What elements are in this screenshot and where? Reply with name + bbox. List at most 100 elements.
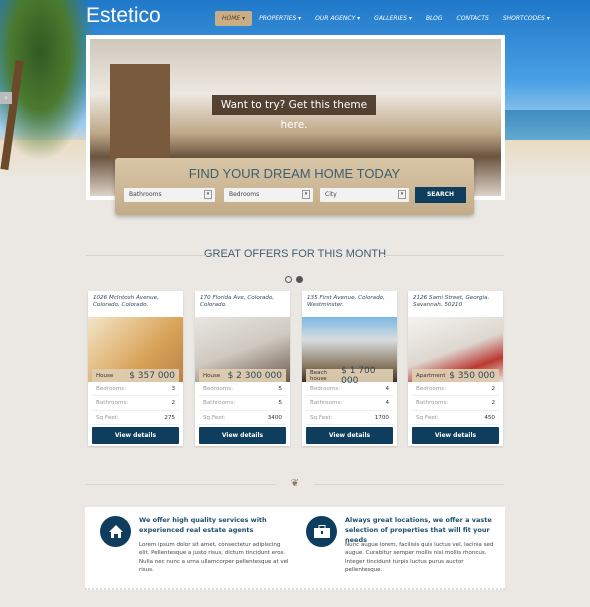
sqft-row: Sq Feet: 3400: [199, 411, 286, 425]
nav-blog[interactable]: BLOG: [419, 11, 450, 26]
chevron-down-icon: ▾: [204, 190, 212, 199]
bedrooms-row: Bedrooms: 3: [92, 382, 179, 397]
property-card: 170 Florida Ave, Colorado, Colorado. Hou…: [195, 291, 290, 446]
property-image[interactable]: Apartment $ 350 000: [408, 317, 503, 382]
row-label: Bedrooms:: [203, 386, 234, 392]
sqft-row: Sq Feet: 275: [92, 411, 179, 425]
row-value: 2: [491, 386, 495, 392]
bathrooms-row: Bathrooms: 2: [92, 396, 179, 411]
main-nav: HOME ▾ PROPERTIES ▾ OUR AGENCY ▾ GALLERI…: [215, 11, 557, 26]
view-details-button[interactable]: View details: [199, 426, 286, 444]
nav-galleries[interactable]: GALLERIES ▾: [367, 11, 419, 26]
nav-properties[interactable]: PROPERTIES ▾: [252, 11, 308, 26]
property-price: $ 2 300 000: [227, 370, 282, 381]
bathrooms-row: Bathrooms: 5: [199, 396, 286, 411]
property-address[interactable]: 2126 Sami Street, Georgia, Savannah, 502…: [408, 291, 503, 317]
feature-text: Lorem ipsum dolor sit amet, consectetur …: [139, 542, 289, 573]
price-label: Beach house $ 1 700 000: [306, 366, 393, 386]
sqft-row: Sq Feet: 450: [412, 411, 499, 425]
row-label: Bathrooms:: [203, 400, 236, 407]
property-address[interactable]: 1026 McIntosh Avenue, Colorado, Colorado…: [88, 291, 183, 317]
bedrooms-row: Bedrooms: 5: [199, 382, 286, 397]
property-image[interactable]: Beach house $ 1 700 000: [302, 317, 397, 386]
feature-text: Nunc augue lorem, facilisis quis luctus …: [345, 542, 494, 573]
sqft-row: Sq Feet: 1700: [306, 411, 393, 425]
property-image[interactable]: House $ 357 000: [88, 317, 183, 382]
property-type: House: [203, 372, 221, 379]
nav-home[interactable]: HOME ▾: [215, 11, 253, 26]
view-details-button[interactable]: View details: [306, 426, 393, 444]
features-box: We offer high quality services with expe…: [85, 507, 505, 590]
select-value: Bedrooms: [229, 191, 260, 198]
property-price: $ 357 000: [129, 370, 175, 381]
row-label: Bathrooms:: [416, 400, 449, 407]
row-label: Sq Feet:: [96, 414, 119, 421]
page-dot-2[interactable]: [296, 276, 303, 283]
property-price: $ 350 000: [449, 370, 495, 381]
select-value: Bathrooms: [129, 191, 162, 198]
hero-wall: [110, 64, 170, 159]
price-label: House $ 357 000: [92, 369, 179, 382]
offers-title: GREAT OFFERS FOR THIS MONTH: [0, 248, 590, 260]
nav-contacts[interactable]: CONTACTS: [450, 11, 496, 26]
select-value: City: [325, 191, 337, 198]
row-label: Bedrooms:: [416, 386, 447, 392]
property-address[interactable]: 135 First Avenue, Colorado, Westminster.: [302, 291, 397, 317]
row-label: Sq Feet:: [203, 414, 226, 421]
carousel-pagination: [285, 276, 303, 283]
nav-label: GALLERIES: [374, 15, 407, 22]
search-button[interactable]: SEARCH: [415, 187, 466, 203]
city-select[interactable]: City ▾: [320, 188, 409, 202]
row-value: 3400: [267, 414, 282, 421]
property-type: Apartment: [416, 372, 446, 379]
price-label: House $ 2 300 000: [199, 369, 286, 382]
property-price: $ 1 700 000: [341, 365, 376, 386]
view-details-button[interactable]: View details: [412, 426, 499, 444]
row-label: Bathrooms:: [310, 400, 343, 407]
bedrooms-select[interactable]: Bedrooms ▾: [224, 188, 313, 202]
briefcase-icon: [306, 516, 337, 547]
row-value: 2: [171, 400, 175, 407]
property-card: 135 First Avenue, Colorado, Westminster.…: [302, 291, 397, 446]
row-value: 4: [385, 400, 389, 407]
property-type: Beach house: [310, 369, 328, 382]
bedrooms-row: Bedrooms: 2: [412, 382, 499, 397]
feature-title: We offer high quality services with expe…: [139, 516, 267, 534]
property-card: 2126 Sami Street, Georgia, Savannah, 502…: [408, 291, 503, 446]
row-value: 450: [484, 414, 495, 421]
row-label: Sq Feet:: [416, 414, 439, 421]
page-dot-1[interactable]: [285, 276, 292, 283]
row-label: Bedrooms:: [310, 386, 341, 392]
house-icon: [100, 516, 131, 547]
row-value: 5: [278, 400, 282, 407]
nav-label: OUR AGENCY: [315, 15, 356, 22]
bathrooms-row: Bathrooms: 4: [306, 396, 393, 411]
property-image[interactable]: House $ 2 300 000: [195, 317, 290, 382]
row-value: 275: [164, 414, 175, 421]
nav-label: PROPERTIES: [259, 15, 297, 22]
logo[interactable]: Estetico: [86, 4, 161, 28]
row-label: Bathrooms:: [96, 400, 129, 407]
nav-label: SHORTCODES: [502, 15, 545, 22]
nav-our-agency[interactable]: OUR AGENCY ▾: [308, 11, 367, 26]
property-type: House: [96, 372, 114, 379]
view-details-button[interactable]: View details: [92, 426, 179, 444]
bathrooms-row: Bathrooms: 2: [412, 396, 499, 411]
row-value: 1700: [374, 414, 389, 421]
search-panel: FIND YOUR DREAM HOME TODAY Bathrooms ▾ Be…: [115, 158, 474, 215]
chevron-down-icon: ▾: [302, 190, 310, 199]
nav-label: HOME: [222, 15, 241, 22]
nav-shortcodes[interactable]: SHORTCODES ▾: [496, 11, 557, 26]
bathrooms-select[interactable]: Bathrooms ▾: [124, 188, 215, 202]
search-title: FIND YOUR DREAM HOME TODAY: [188, 166, 401, 181]
ornament-divider: ❦: [0, 478, 590, 489]
chevron-down-icon: ▾: [398, 190, 406, 199]
chevron-left-icon[interactable]: ›: [0, 92, 12, 104]
row-label: Sq Feet:: [310, 414, 333, 421]
property-address[interactable]: 170 Florida Ave, Colorado, Colorado.: [195, 291, 290, 317]
theme-cta-link[interactable]: Want to try? Get this theme here.: [212, 95, 376, 131]
row-value: 3: [171, 386, 175, 392]
row-label: Bedrooms:: [96, 386, 127, 392]
property-card: 1026 McIntosh Avenue, Colorado, Colorado…: [88, 291, 183, 446]
row-value: 5: [278, 386, 282, 392]
